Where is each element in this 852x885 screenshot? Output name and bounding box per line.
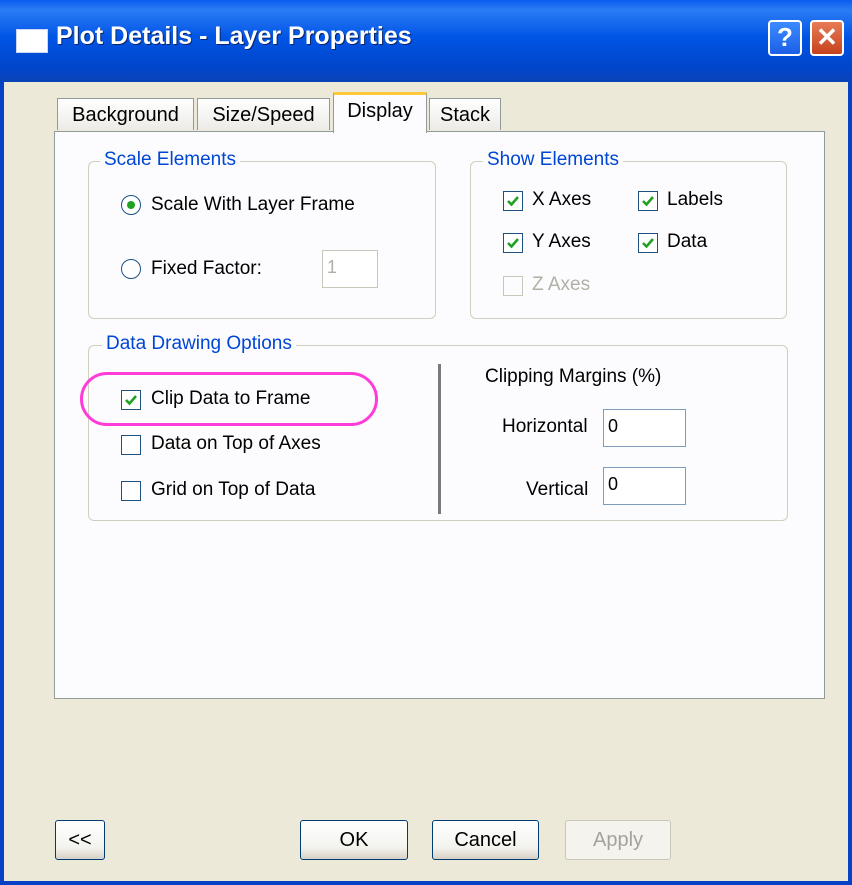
help-button[interactable]: ? <box>768 20 802 56</box>
title-bar[interactable]: Plot Details - Layer Properties ? ✕ <box>0 0 852 82</box>
y-axes-label[interactable]: Y Axes <box>532 231 591 253</box>
vertical-divider <box>438 364 441 514</box>
data-checkbox[interactable] <box>638 233 658 253</box>
scale-with-frame-radio[interactable] <box>121 195 141 215</box>
check-mark-icon <box>125 395 137 406</box>
clip-data-label[interactable]: Clip Data to Frame <box>151 388 310 410</box>
tab-size-speed[interactable]: Size/Speed <box>197 98 330 130</box>
z-axes-label: Z Axes <box>532 274 591 295</box>
show-elements-title: Show Elements <box>483 149 624 171</box>
horizontal-label: Horizontal <box>502 416 588 437</box>
check-mark-icon <box>507 196 519 207</box>
labels-checkbox[interactable] <box>638 191 658 211</box>
check-mark-icon <box>642 238 654 249</box>
fixed-factor-label[interactable]: Fixed Factor: <box>151 258 262 280</box>
apply-button[interactable]: Apply <box>565 820 671 860</box>
grid-on-top-checkbox[interactable] <box>121 481 141 501</box>
close-button[interactable]: ✕ <box>810 20 844 56</box>
tab-display[interactable]: Display <box>333 92 427 133</box>
fixed-factor-radio[interactable] <box>121 259 141 279</box>
data-on-top-checkbox[interactable] <box>121 435 141 455</box>
labels-label[interactable]: Labels <box>667 189 723 211</box>
scale-elements-title: Scale Elements <box>100 149 241 171</box>
tab-stack[interactable]: Stack <box>429 98 501 130</box>
check-mark-icon <box>642 196 654 207</box>
cancel-button[interactable]: Cancel <box>432 820 539 860</box>
tab-background[interactable]: Background <box>57 98 194 130</box>
window-title: Plot Details - Layer Properties <box>56 22 412 50</box>
grid-on-top-label[interactable]: Grid on Top of Data <box>151 479 315 501</box>
x-axes-checkbox[interactable] <box>503 191 523 211</box>
vertical-label: Vertical <box>526 479 589 500</box>
check-mark-icon <box>507 238 519 249</box>
y-axes-checkbox[interactable] <box>503 233 523 253</box>
horizontal-margin-input[interactable]: 0 <box>603 409 686 447</box>
clip-data-checkbox[interactable] <box>121 390 141 410</box>
data-on-top-label[interactable]: Data on Top of Axes <box>151 433 321 455</box>
z-axes-checkbox[interactable] <box>503 276 523 296</box>
window-icon <box>16 29 48 53</box>
data-label[interactable]: Data <box>667 231 707 253</box>
radio-selected-dot <box>127 201 135 209</box>
collapse-button[interactable]: << <box>55 820 105 860</box>
ok-button[interactable]: OK <box>300 820 408 860</box>
scale-elements-group: Scale Elements <box>88 149 436 319</box>
plot-details-dialog: Plot Details - Layer Properties ? ✕ Back… <box>0 0 852 885</box>
x-axes-label[interactable]: X Axes <box>532 189 591 211</box>
data-drawing-title: Data Drawing Options <box>102 333 296 355</box>
clipping-margins-title: Clipping Margins (%) <box>485 366 662 387</box>
fixed-factor-input[interactable]: 1 <box>322 250 378 288</box>
scale-with-frame-label[interactable]: Scale With Layer Frame <box>151 194 355 216</box>
vertical-margin-input[interactable]: 0 <box>603 467 686 505</box>
